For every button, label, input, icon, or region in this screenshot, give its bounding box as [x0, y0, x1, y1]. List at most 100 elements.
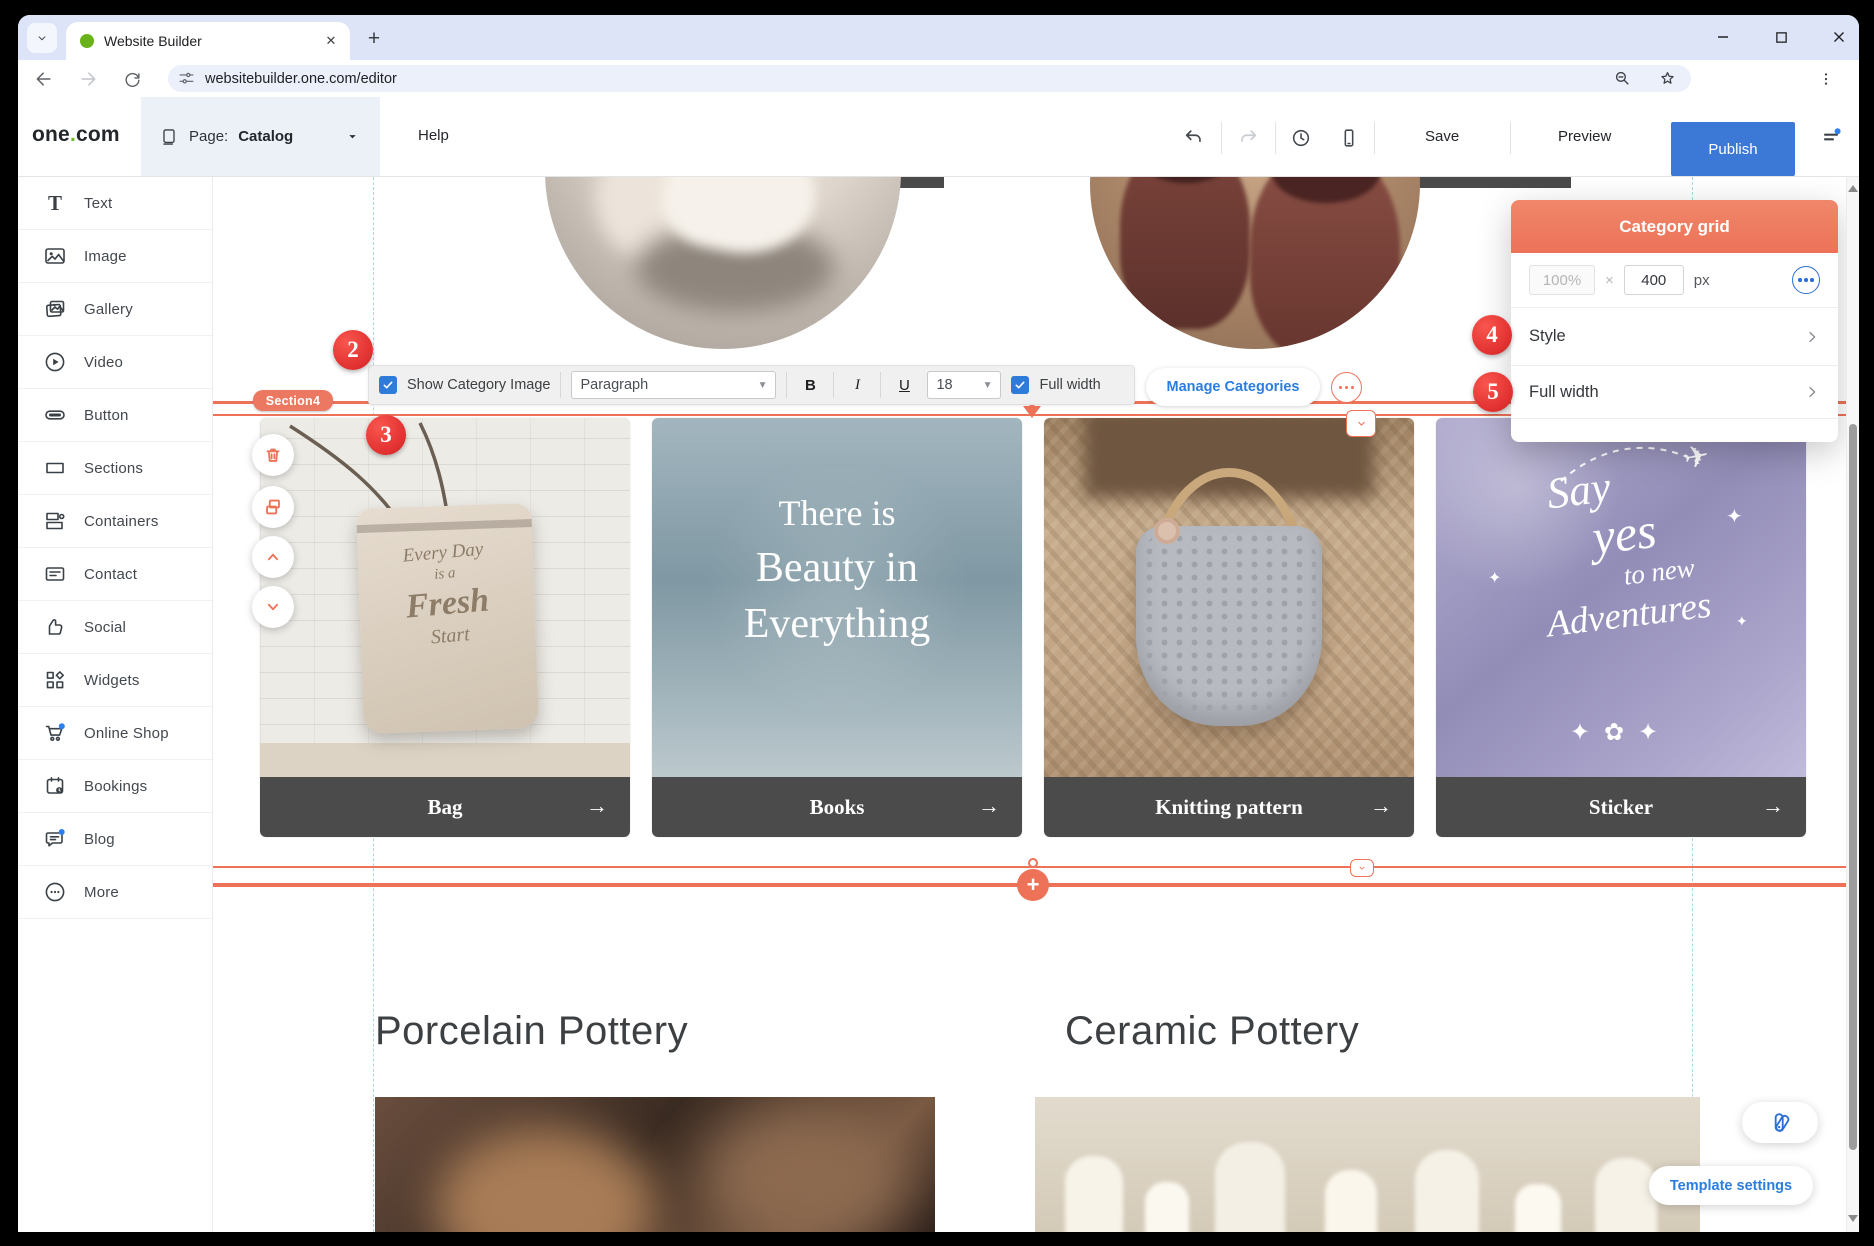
- move-section-up-button[interactable]: [252, 536, 294, 578]
- bold-button[interactable]: B: [797, 377, 823, 394]
- duplicate-section-button[interactable]: [252, 486, 294, 528]
- site-settings-icon[interactable]: [178, 70, 195, 87]
- video-icon: [43, 350, 67, 374]
- reload-button[interactable]: [118, 65, 146, 93]
- editor-menu-button[interactable]: [1816, 121, 1846, 151]
- category-caption[interactable]: Sticker →: [1436, 777, 1806, 837]
- blog-bubble-icon: [43, 827, 67, 851]
- category-grid-panel: Category grid × px Style Full width: [1511, 200, 1838, 442]
- illustration-crochet-bag: [1136, 526, 1322, 726]
- back-button[interactable]: [30, 65, 58, 93]
- sidebar-item-online-shop[interactable]: Online Shop: [18, 707, 212, 760]
- sidebar-item-widgets[interactable]: Widgets: [18, 654, 212, 707]
- help-button[interactable]: Help: [418, 127, 449, 144]
- style-swatch-button[interactable]: [1742, 1102, 1818, 1143]
- bookmark-star-icon[interactable]: [1658, 69, 1677, 88]
- collapse-grid-button[interactable]: [1346, 410, 1376, 437]
- category-card-books[interactable]: There is Beauty in Everything Books →: [652, 418, 1022, 837]
- hero-image-pottery-hands[interactable]: [545, 177, 901, 349]
- sidebar-item-gallery[interactable]: Gallery: [18, 283, 212, 336]
- category-card-bag[interactable]: Every Day is a Fresh Start Bag →: [260, 418, 630, 837]
- annotation-badge-4: 4: [1472, 315, 1512, 355]
- active-tab[interactable]: Website Builder ✕: [66, 22, 350, 60]
- illustration-rose: [1154, 518, 1180, 544]
- save-button[interactable]: Save: [1425, 128, 1459, 145]
- tab-search-button[interactable]: [27, 23, 57, 53]
- sidebar-item-button[interactable]: Button: [18, 389, 212, 442]
- hero-image-ceramic-pots[interactable]: [1090, 177, 1420, 349]
- porcelain-pottery-image[interactable]: [375, 1097, 935, 1232]
- sidebar-item-more[interactable]: More: [18, 866, 212, 919]
- window-maximize-button[interactable]: [1766, 23, 1796, 51]
- window-minimize-button[interactable]: [1708, 23, 1738, 51]
- italic-button[interactable]: I: [844, 377, 870, 394]
- redo-button[interactable]: [1233, 123, 1263, 153]
- publish-button[interactable]: Publish: [1671, 122, 1795, 176]
- sidebar-item-contact[interactable]: Contact: [18, 548, 212, 601]
- add-section-button[interactable]: +: [1017, 869, 1049, 901]
- ceramic-pottery-heading[interactable]: Ceramic Pottery: [1065, 1009, 1359, 1054]
- sidebar-item-text[interactable]: T Text: [18, 177, 212, 230]
- canvas-scrollbar[interactable]: [1846, 177, 1859, 1232]
- editor-canvas[interactable]: Section4 Show Category Image Paragraph ▼…: [213, 177, 1846, 1232]
- sidebar-item-sections[interactable]: Sections: [18, 442, 212, 495]
- scroll-down-arrow[interactable]: [1848, 1215, 1858, 1222]
- section-label[interactable]: Section4: [253, 390, 333, 411]
- maximize-icon: [1775, 31, 1788, 44]
- new-tab-button[interactable]: +: [360, 25, 388, 53]
- page-icon: [159, 127, 179, 147]
- category-caption[interactable]: Bag →: [260, 777, 630, 837]
- sidebar-item-image[interactable]: Image: [18, 230, 212, 283]
- illustration-vase: [1215, 1142, 1285, 1232]
- height-input[interactable]: [1624, 265, 1684, 295]
- forward-button[interactable]: [74, 65, 102, 93]
- sidebar-item-video[interactable]: Video: [18, 336, 212, 389]
- category-card-sticker[interactable]: ✈ ✦ ✦ ✦ Say yes to new Adventures ✦✿✦ St…: [1436, 418, 1806, 837]
- scrollbar-thumb[interactable]: [1849, 424, 1857, 1150]
- manage-categories-button[interactable]: Manage Categories: [1146, 368, 1320, 406]
- more-options-button[interactable]: [1331, 372, 1362, 403]
- move-section-down-button[interactable]: [252, 586, 294, 628]
- browser-menu-kebab-icon[interactable]: [1812, 65, 1840, 93]
- category-caption[interactable]: Books →: [652, 777, 1022, 837]
- zoom-out-icon[interactable]: [1613, 69, 1632, 88]
- divider-handle-dot[interactable]: [1028, 858, 1038, 868]
- ceramic-pottery-image[interactable]: [1035, 1097, 1700, 1232]
- times-symbol: ×: [1605, 272, 1614, 289]
- show-category-image-label: Show Category Image: [407, 377, 550, 393]
- full-width-checkbox[interactable]: [1011, 376, 1029, 394]
- preview-button[interactable]: Preview: [1558, 128, 1611, 145]
- sidebar-item-blog[interactable]: Blog: [18, 813, 212, 866]
- category-card-knitting-pattern[interactable]: Knitting pattern →: [1044, 418, 1414, 837]
- omnibox[interactable]: websitebuilder.one.com/editor: [168, 65, 1691, 92]
- panel-style-row[interactable]: Style: [1511, 307, 1838, 365]
- sidebar-item-bookings[interactable]: Bookings: [18, 760, 212, 813]
- template-settings-button[interactable]: Template settings: [1649, 1166, 1813, 1205]
- collapse-section-button[interactable]: [1350, 859, 1374, 877]
- panel-footer: [1511, 418, 1838, 441]
- window-close-button[interactable]: [1824, 23, 1854, 51]
- underline-button[interactable]: U: [891, 377, 917, 394]
- show-category-image-checkbox[interactable]: [379, 376, 397, 394]
- chevron-right-icon: [1804, 329, 1820, 345]
- sidebar-item-social[interactable]: Social: [18, 601, 212, 654]
- width-input[interactable]: [1529, 265, 1595, 295]
- category-caption[interactable]: Knitting pattern →: [1044, 777, 1414, 837]
- undo-button[interactable]: [1179, 123, 1209, 153]
- panel-title[interactable]: Category grid: [1511, 200, 1838, 253]
- delete-section-button[interactable]: [252, 434, 294, 476]
- paragraph-style-dropdown[interactable]: Paragraph ▼: [571, 371, 776, 399]
- browser-tab-strip: Website Builder ✕ +: [18, 15, 1859, 60]
- panel-full-width-row[interactable]: Full width: [1511, 365, 1838, 418]
- scroll-up-arrow[interactable]: [1848, 185, 1858, 192]
- editor-topbar: one.com Page: Catalog Help Save Preview …: [18, 97, 1859, 177]
- size-more-options-button[interactable]: [1792, 266, 1820, 294]
- sidebar-item-containers[interactable]: Containers: [18, 495, 212, 548]
- porcelain-pottery-heading[interactable]: Porcelain Pottery: [375, 1009, 688, 1054]
- illustration-vase: [1515, 1184, 1561, 1232]
- font-size-dropdown[interactable]: 18 ▼: [927, 371, 1001, 399]
- mobile-preview-button[interactable]: [1334, 123, 1364, 153]
- page-selector[interactable]: Page: Catalog: [141, 97, 380, 176]
- history-button[interactable]: [1286, 123, 1316, 153]
- tab-close-icon[interactable]: ✕: [322, 32, 340, 50]
